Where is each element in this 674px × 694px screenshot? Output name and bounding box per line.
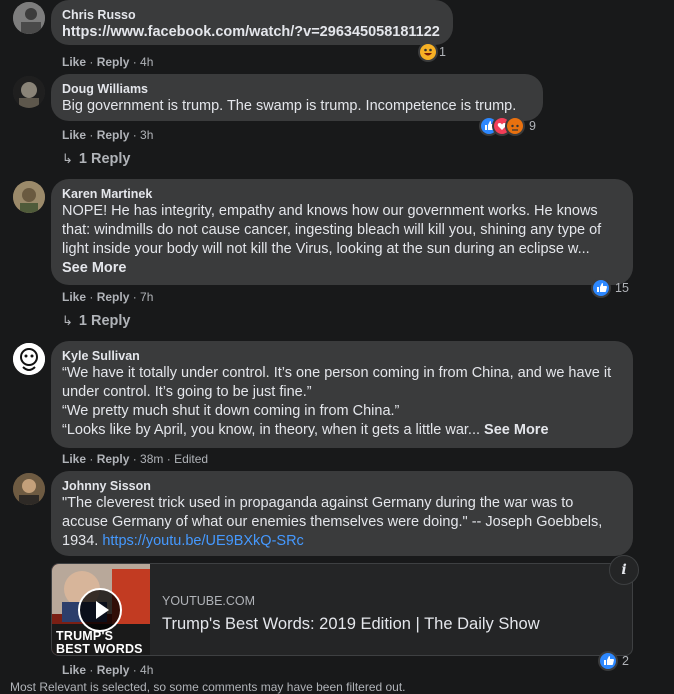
- profile-photo-icon: [13, 2, 45, 34]
- comment-text[interactable]: https://www.facebook.com/watch/?v=296345…: [62, 23, 442, 42]
- reply-arrow-icon: ↳: [62, 313, 73, 328]
- comment-text: “We have it totally under control. It’s …: [62, 364, 622, 440]
- comment-author[interactable]: Chris Russo: [62, 7, 442, 23]
- reaction-count: 9: [529, 119, 536, 133]
- avatar[interactable]: [13, 2, 45, 34]
- preview-domain: YOUTUBE.COM: [162, 594, 256, 608]
- timestamp[interactable]: 3h: [140, 128, 153, 142]
- angry-reaction-icon: [507, 118, 523, 134]
- avatar[interactable]: [13, 76, 45, 108]
- comment-author[interactable]: Doug Williams: [62, 81, 532, 97]
- reply-link[interactable]: Reply: [97, 290, 130, 304]
- view-replies-link[interactable]: ↳ 1 Reply: [62, 151, 131, 167]
- haha-reaction-icon: [420, 44, 436, 60]
- reaction-summary[interactable]: 9: [481, 118, 536, 134]
- video-thumbnail[interactable]: TRUMP'S BEST WORDS (201: [52, 564, 150, 656]
- reply-link[interactable]: Reply: [97, 128, 130, 142]
- reply-link[interactable]: Reply: [97, 55, 130, 69]
- reply-arrow-icon: ↳: [62, 151, 73, 166]
- comment-actions: Like · Reply · 3h: [62, 128, 154, 142]
- comment-bubble: Karen Martinek NOPE! He has integrity, e…: [51, 179, 633, 285]
- profile-photo-icon: [13, 76, 45, 108]
- reply-link[interactable]: Reply: [97, 663, 130, 677]
- comment-actions: Like · Reply · 4h: [62, 55, 154, 69]
- comment-text[interactable]: Big government is trump. The swamp is tr…: [62, 97, 532, 116]
- comment-actions: Like · Reply · 4h: [62, 663, 154, 677]
- avatar[interactable]: [13, 181, 45, 213]
- play-button-icon[interactable]: [78, 588, 122, 632]
- comment-text: NOPE! He has integrity, empathy and know…: [62, 202, 622, 278]
- preview-title[interactable]: Trump's Best Words: 2019 Edition | The D…: [162, 615, 540, 634]
- like-link[interactable]: Like: [62, 663, 86, 677]
- comment-bubble: Doug Williams Big government is trump. T…: [51, 74, 543, 121]
- comment-body: NOPE! He has integrity, empathy and know…: [62, 203, 602, 257]
- comment-author[interactable]: Karen Martinek: [62, 186, 622, 202]
- reaction-summary[interactable]: 2: [600, 653, 629, 669]
- see-more-link[interactable]: See More: [62, 260, 126, 276]
- comment-actions: Like · Reply · 7h: [62, 290, 154, 304]
- comment-actions: Like · Reply · 38m · Edited: [62, 452, 209, 466]
- replies-label: 1 Reply: [78, 151, 131, 167]
- youtube-link[interactable]: https://youtu.be/UE9BXkQ-SRc: [102, 533, 303, 549]
- reaction-count: 1: [439, 45, 446, 59]
- link-preview-card[interactable]: TRUMP'S BEST WORDS (201 YOUTUBE.COM Trum…: [51, 563, 633, 656]
- avatar[interactable]: [13, 343, 45, 375]
- reaction-summary[interactable]: 15: [593, 280, 629, 296]
- like-reaction-icon: [600, 653, 616, 669]
- see-more-link[interactable]: See More: [484, 422, 548, 438]
- timestamp[interactable]: 7h: [140, 290, 153, 304]
- profile-photo-icon: [13, 181, 45, 213]
- like-reaction-icon: [593, 280, 609, 296]
- view-replies-link[interactable]: ↳ 1 Reply: [62, 313, 131, 329]
- timestamp[interactable]: 4h: [140, 663, 153, 677]
- reaction-count: 2: [622, 654, 629, 668]
- comment-text: "The cleverest trick used in propaganda …: [62, 494, 622, 551]
- comment-author[interactable]: Kyle Sullivan: [62, 348, 622, 364]
- comment-author[interactable]: Johnny Sisson: [62, 478, 622, 494]
- profile-photo-icon: [13, 343, 45, 375]
- filter-notice: Most Relevant is selected, so some comme…: [10, 680, 406, 694]
- comment-bubble: Johnny Sisson "The cleverest trick used …: [51, 471, 633, 556]
- thumbnail-caption: TRUMP'S BEST WORDS (201: [56, 629, 143, 656]
- avatar[interactable]: [13, 473, 45, 505]
- comment-bubble: Kyle Sullivan “We have it totally under …: [51, 341, 633, 448]
- timestamp[interactable]: 4h: [140, 55, 153, 69]
- like-link[interactable]: Like: [62, 290, 86, 304]
- comment-bubble: Chris Russo https://www.facebook.com/wat…: [51, 0, 453, 45]
- like-link[interactable]: Like: [62, 128, 86, 142]
- like-link[interactable]: Like: [62, 452, 86, 466]
- reaction-count: 15: [615, 281, 629, 295]
- timestamp[interactable]: 38m: [140, 452, 163, 466]
- replies-label: 1 Reply: [78, 313, 131, 329]
- reaction-summary[interactable]: 1: [420, 44, 446, 60]
- profile-photo-icon: [13, 473, 45, 505]
- edited-label: Edited: [174, 452, 209, 466]
- reply-link[interactable]: Reply: [97, 452, 130, 466]
- like-link[interactable]: Like: [62, 55, 86, 69]
- info-icon[interactable]: i: [609, 555, 639, 585]
